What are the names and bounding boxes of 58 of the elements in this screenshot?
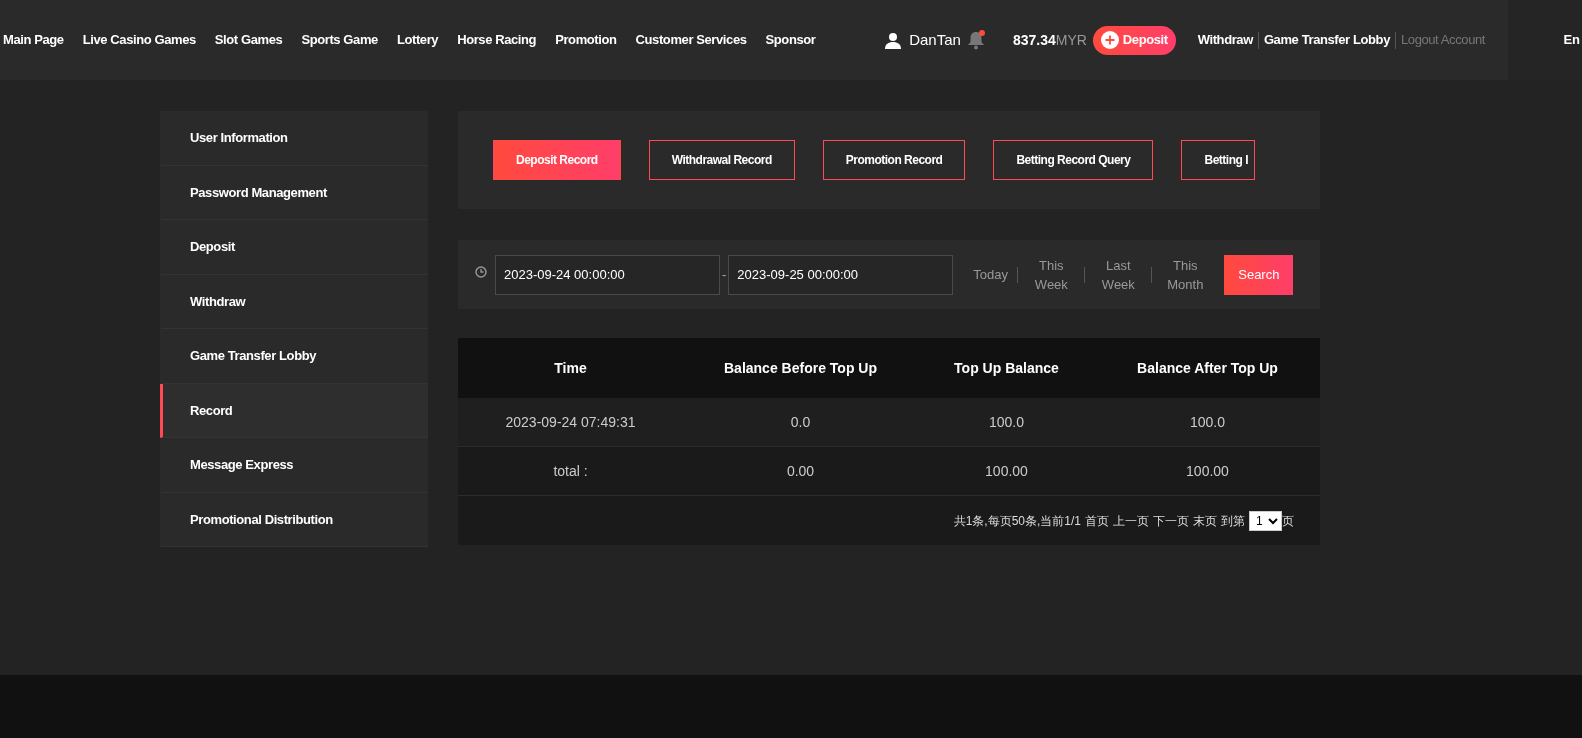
sidebar-item[interactable]: User Information xyxy=(160,111,428,166)
column-header: Balance Before Top Up xyxy=(683,338,918,398)
column-header: Time xyxy=(458,338,683,398)
nav-link[interactable]: Live Casino Games xyxy=(82,30,196,50)
table-cell: 100.0 xyxy=(1095,398,1320,447)
record-tab[interactable]: Promotion Record xyxy=(822,140,966,180)
record-tab[interactable]: Betting Record Query xyxy=(993,140,1154,180)
page-summary: 共1条,每页50条,当前1/1 xyxy=(953,512,1081,530)
nav-link[interactable]: Customer Services xyxy=(635,30,747,50)
clock-icon xyxy=(475,266,487,278)
balance-amount: 837.34 xyxy=(1012,30,1056,50)
date-separator: - xyxy=(722,265,727,284)
date-range-link[interactable]: Today xyxy=(961,265,1018,284)
record-tab[interactable]: Betting I xyxy=(1181,140,1255,180)
sidebar-item[interactable]: Password Management xyxy=(160,165,428,220)
page-goto-label: 页 xyxy=(1282,512,1294,530)
header-link[interactable]: Game Transfer Lobby xyxy=(1258,30,1395,50)
nav-link[interactable]: Main Page xyxy=(3,30,64,50)
column-header: Balance After Top Up xyxy=(1095,338,1320,398)
table-cell: 0.00 xyxy=(683,447,918,496)
sidebar-item[interactable]: Promotional Distribution xyxy=(160,492,428,547)
bell-icon[interactable] xyxy=(966,29,985,51)
column-header: Top Up Balance xyxy=(918,338,1095,398)
currency-label: MYR xyxy=(1055,30,1087,50)
table-cell: 100.00 xyxy=(918,447,1095,496)
nav-link[interactable]: Slot Games xyxy=(214,30,283,50)
nav-link[interactable]: Lottery xyxy=(396,30,439,50)
sidebar-item[interactable]: Record xyxy=(160,383,428,438)
page-link[interactable]: 下一页 xyxy=(1153,511,1189,530)
record-tab[interactable]: Withdrawal Record xyxy=(648,140,795,180)
user-icon xyxy=(885,31,902,49)
page-link[interactable]: 上一页 xyxy=(1113,511,1149,530)
nav-link[interactable]: Sports Game xyxy=(301,30,378,50)
date-field[interactable]: 2023-09-25 00:00:00 xyxy=(728,254,954,295)
sidebar-item[interactable]: Game Transfer Lobby xyxy=(160,329,428,384)
page-link[interactable]: 末页 xyxy=(1193,511,1217,530)
plus-icon xyxy=(1100,31,1119,49)
date-range-link[interactable]: Last Week xyxy=(1085,255,1152,294)
language-selector[interactable]: En xyxy=(1563,30,1580,50)
nav-link[interactable]: Sponsor xyxy=(765,30,816,50)
page-select[interactable]: 1 xyxy=(1249,510,1282,531)
table-cell: 100.00 xyxy=(1095,447,1320,496)
header-link[interactable]: Withdraw xyxy=(1192,30,1258,50)
sidebar-item[interactable]: Deposit xyxy=(160,220,428,275)
nav-link[interactable]: Horse Racing xyxy=(457,30,537,50)
date-range-link[interactable]: This Month xyxy=(1152,255,1219,294)
nav-link[interactable]: Promotion xyxy=(555,30,617,50)
sidebar-item[interactable]: Withdraw xyxy=(160,274,428,329)
date-field[interactable]: 2023-09-24 00:00:00 xyxy=(495,254,720,295)
table-cell: total : xyxy=(458,447,683,496)
page-link[interactable]: 首页 xyxy=(1085,511,1109,530)
date-range-link[interactable]: This Week xyxy=(1018,255,1085,294)
username: DanTan xyxy=(909,29,961,50)
table-cell: 100.0 xyxy=(918,398,1095,447)
table-cell: 2023-09-24 07:49:31 xyxy=(458,398,683,447)
table-cell: 0.0 xyxy=(683,398,918,447)
sidebar-item[interactable]: Message Express xyxy=(160,438,428,493)
page-goto-label: 到第 xyxy=(1221,512,1245,530)
